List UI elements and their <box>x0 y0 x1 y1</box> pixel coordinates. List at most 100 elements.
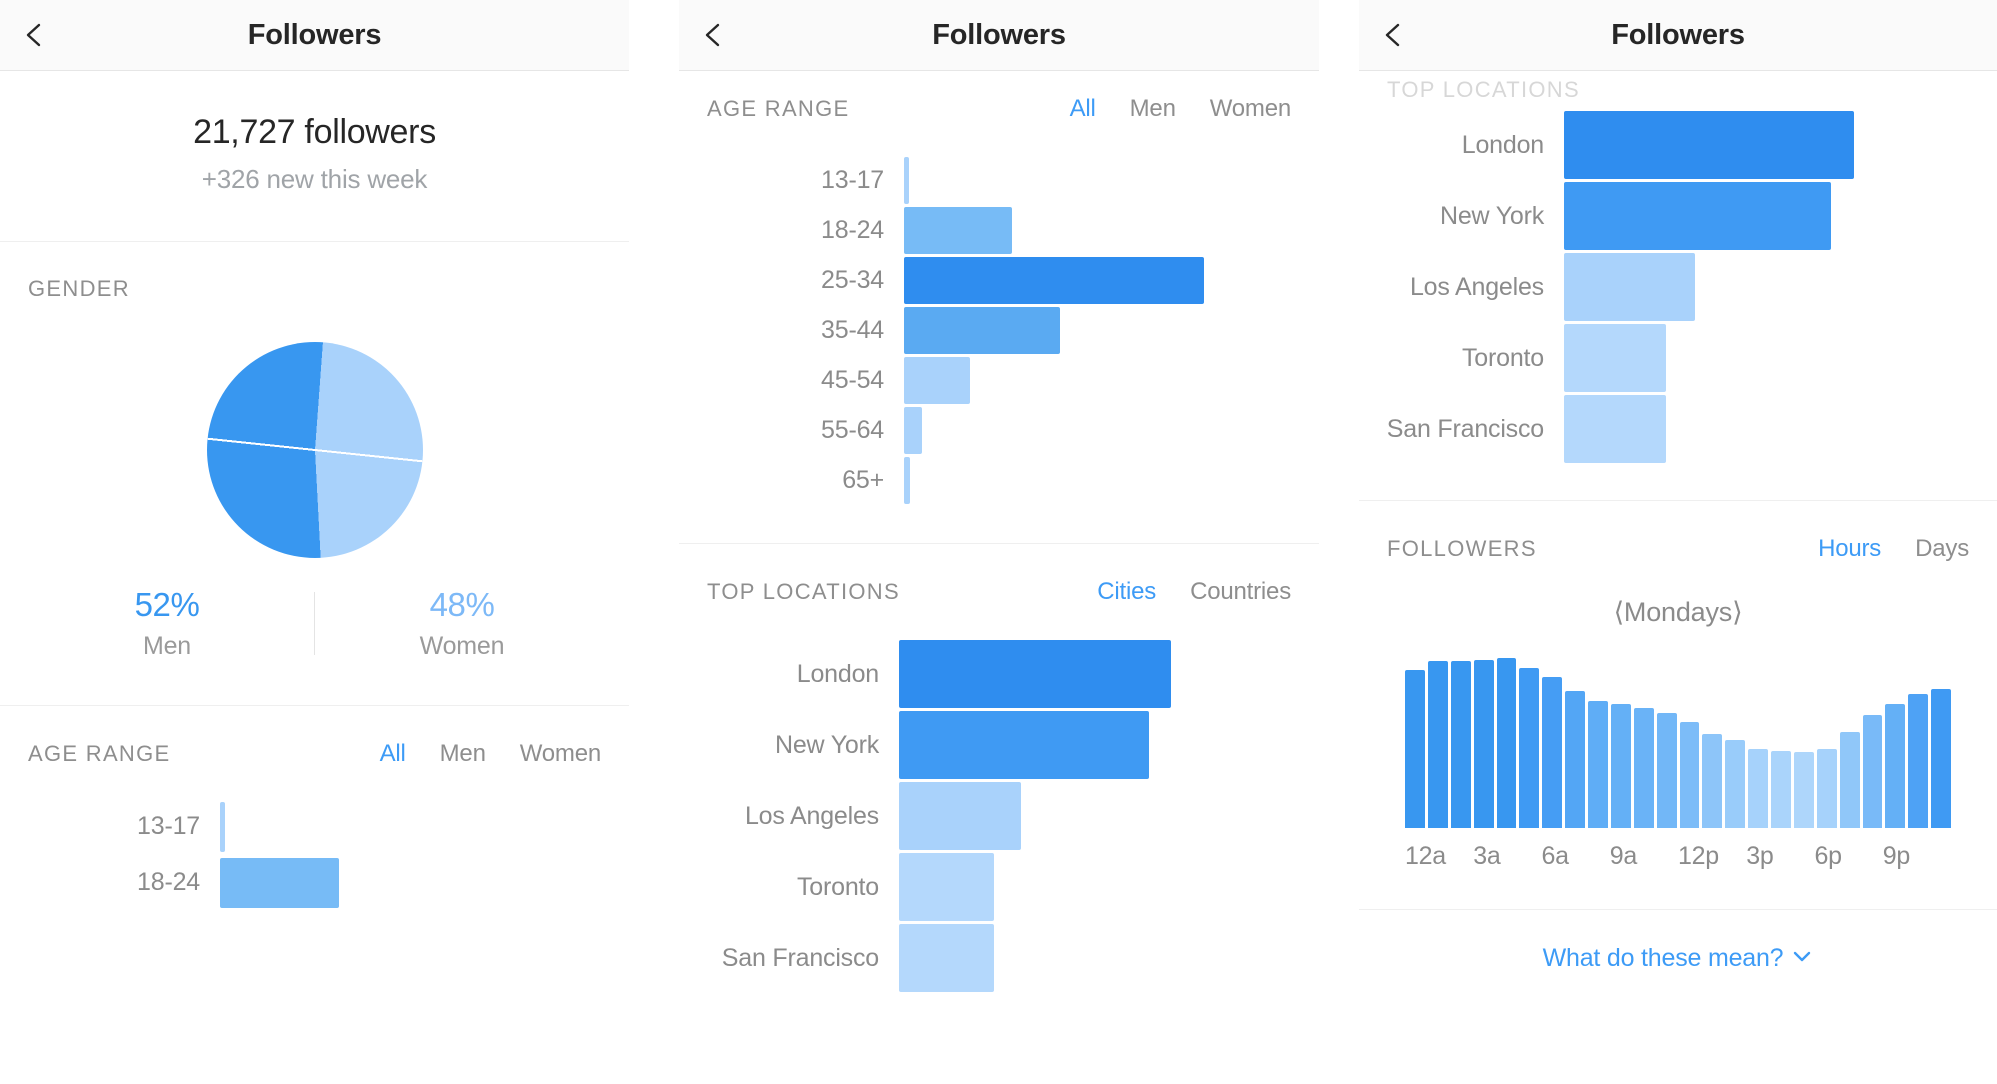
chevron-left-icon[interactable] <box>22 22 48 48</box>
age-range-section-title: AGE RANGE <box>28 740 171 766</box>
gender-legend-women: 48% Women <box>315 586 609 661</box>
hour-bar <box>1793 752 1814 828</box>
panel3-content: TOP LOCATIONS London New York Los Angeles T… <box>1359 71 1997 974</box>
chevron-left-icon[interactable]: ⟨ <box>1614 597 1625 627</box>
bar-fill <box>899 640 1171 708</box>
bar-row: Toronto <box>1359 324 1997 392</box>
hour-tick-label: 12p <box>1678 842 1719 870</box>
bar-label: 18-24 <box>821 216 884 244</box>
bar-fill <box>899 924 995 992</box>
hour-bar <box>1588 700 1608 828</box>
hour-bar <box>1427 661 1448 828</box>
gender-section-title: GENDER <box>28 275 130 301</box>
bar-track <box>220 801 550 852</box>
bar-track <box>1564 111 1854 179</box>
chevron-left-icon[interactable] <box>701 22 727 48</box>
bar-track <box>904 457 1204 504</box>
hour-bar <box>1839 731 1860 828</box>
tab-activity-hours[interactable]: Hours <box>1818 535 1881 563</box>
bar-row: 18-24 <box>0 857 629 908</box>
bar-row: 13-17 <box>679 157 1319 204</box>
tab-locations-countries[interactable]: Countries <box>1190 578 1291 606</box>
bar-track <box>1564 395 1854 463</box>
bar-row: Los Angeles <box>1359 253 1997 321</box>
bar-row: London <box>1359 111 1997 179</box>
tab-age-all[interactable]: All <box>380 740 406 768</box>
bar-label: Los Angeles <box>1409 272 1544 301</box>
panel-age-and-locations: Followers AGE RANGE All Men Women 13-17 1… <box>679 0 1319 1084</box>
followers-insights-screens: Followers 21,727 followers +326 new this… <box>0 0 1997 1084</box>
top-locations-bar-chart-p3: London New York Los Angeles Toronto San Fran… <box>1359 77 1997 476</box>
bar-track <box>904 307 1204 354</box>
bar-label: 65+ <box>842 466 884 494</box>
bar-label: 45-54 <box>821 366 884 394</box>
bar-row: 35-44 <box>679 307 1319 354</box>
what-do-these-mean-label: What do these mean? <box>1542 944 1784 972</box>
men-label: Men <box>142 631 192 660</box>
panel-gap <box>629 0 679 1084</box>
bar-fill <box>904 407 922 454</box>
page-title: Followers <box>932 18 1066 51</box>
women-label: Women <box>419 631 505 660</box>
hour-bar <box>1473 659 1494 828</box>
men-percentage: 52% <box>134 585 200 623</box>
top-locations-tabs-p2: Cities Countries <box>1097 578 1291 606</box>
bar-row: 45-54 <box>679 357 1319 404</box>
tab-age-men[interactable]: Men <box>440 740 486 768</box>
bar-fill <box>899 782 1022 850</box>
followers-total: 21,727 followers <box>193 113 436 151</box>
age-range-bar-chart-p1: 13-17 18-24 <box>0 768 629 924</box>
hour-bar <box>1816 749 1837 828</box>
bar-row: London <box>679 640 1319 708</box>
tab-age-women[interactable]: Women <box>520 740 601 768</box>
bar-track <box>904 157 1204 204</box>
bar-row: 13-17 <box>0 801 629 852</box>
pie-slices <box>206 341 423 558</box>
bar-label: New York <box>1439 201 1544 230</box>
followers-activity-tabs: Hours Days <box>1818 535 1969 563</box>
panel2-content: AGE RANGE All Men Women 13-17 18-24 25-34 3… <box>679 71 1319 1005</box>
hour-tick-label: 9a <box>1609 842 1638 870</box>
followers-activity-section-title: FOLLOWERS <box>1387 536 1537 561</box>
chevron-right-icon[interactable]: ⟩ <box>1732 597 1743 627</box>
tab-age-women[interactable]: Women <box>1210 95 1291 123</box>
bar-row: San Francisco <box>679 924 1319 992</box>
hour-bar <box>1542 676 1563 828</box>
hour-bar <box>1519 668 1540 828</box>
hour-tick-label: 12a <box>1405 842 1446 870</box>
hour-bar <box>1450 661 1471 828</box>
tab-activity-days[interactable]: Days <box>1915 535 1969 563</box>
bar-label: 55-64 <box>821 416 884 444</box>
bar-label: London <box>1461 130 1544 159</box>
bar-track <box>904 357 1204 404</box>
navbar-panel2: Followers <box>679 0 1319 71</box>
tab-age-all[interactable]: All <box>1070 95 1096 123</box>
bar-track <box>904 257 1204 304</box>
top-locations-section-header-p3: TOP LOCATIONS <box>1359 71 1997 103</box>
tab-locations-cities[interactable]: Cities <box>1097 578 1156 606</box>
page-title: Followers <box>1611 18 1745 51</box>
bar-fill <box>904 157 909 204</box>
hour-bar <box>1496 658 1517 828</box>
top-locations-section-title: TOP LOCATIONS <box>707 579 900 604</box>
gender-legend: 52% Men 48% Women <box>0 586 629 661</box>
panel1-content: 21,727 followers +326 new this week GEND… <box>0 71 629 924</box>
bar-row: Toronto <box>679 853 1319 921</box>
bar-row: 65+ <box>679 457 1319 504</box>
hour-tick-label: 9p <box>1882 842 1911 870</box>
hour-bar <box>1565 690 1585 828</box>
bar-row: Los Angeles <box>679 782 1319 850</box>
bar-fill <box>904 207 1012 254</box>
tab-age-men[interactable]: Men <box>1130 95 1176 123</box>
hour-bar <box>1771 750 1791 828</box>
bar-track <box>899 853 1171 921</box>
gender-pie-chart <box>0 302 629 558</box>
bar-track <box>220 857 550 908</box>
chevron-left-icon[interactable] <box>1381 22 1407 48</box>
bar-label: San Francisco <box>1386 414 1544 443</box>
hour-bar <box>1862 714 1883 828</box>
hour-bar <box>1908 694 1929 828</box>
panel-gap <box>1319 0 1359 1084</box>
women-percentage: 48% <box>429 585 495 623</box>
what-do-these-mean-link[interactable]: What do these mean? <box>1359 910 1997 974</box>
